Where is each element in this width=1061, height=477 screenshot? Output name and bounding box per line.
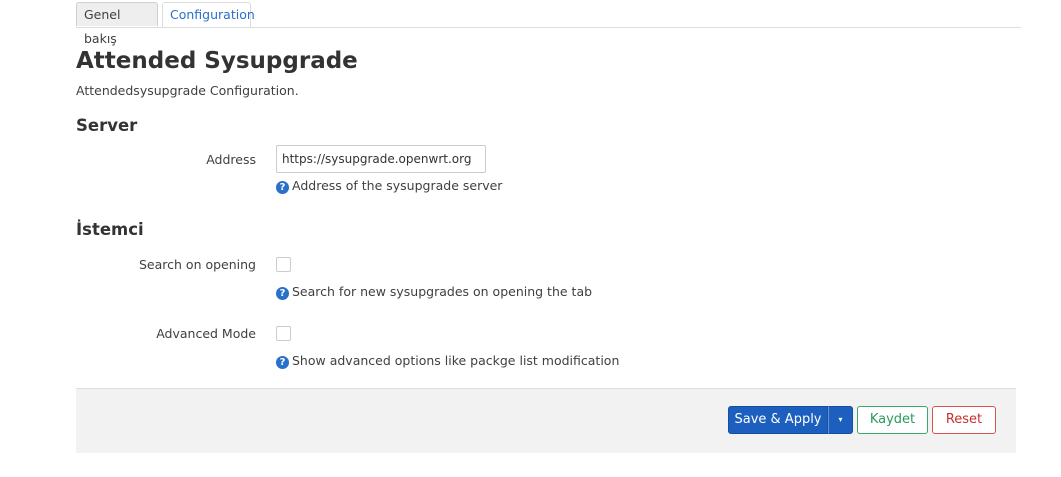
tab-configuration[interactable]: Configuration xyxy=(162,2,255,27)
search-on-opening-help: ? Search for new sysupgrades on opening t… xyxy=(276,284,592,300)
section-title-server: Server xyxy=(76,116,138,135)
advanced-mode-label: Advanced Mode xyxy=(156,326,256,341)
help-icon: ? xyxy=(276,181,289,194)
address-label: Address xyxy=(206,152,256,167)
save-apply-dropdown-button[interactable]: ▾ xyxy=(828,406,853,434)
caret-down-icon: ▾ xyxy=(838,415,843,424)
reset-button[interactable]: Reset xyxy=(932,406,996,434)
tab-bar: Genel bakış Configuration xyxy=(76,2,1021,46)
address-help: ? Address of the sysupgrade server xyxy=(276,178,502,194)
address-help-text: Address of the sysupgrade server xyxy=(292,178,503,193)
address-input[interactable] xyxy=(276,145,486,173)
page-title: Attended Sysupgrade xyxy=(76,48,358,74)
help-icon: ? xyxy=(276,287,289,300)
search-on-opening-help-text: Search for new sysupgrades on opening th… xyxy=(292,284,593,299)
advanced-mode-help-text: Show advanced options like packge list m… xyxy=(292,353,620,368)
advanced-mode-checkbox[interactable] xyxy=(276,326,291,341)
save-button[interactable]: Kaydet xyxy=(857,406,928,434)
form-actions: Save & Apply ▾ Kaydet Reset xyxy=(76,388,1016,453)
search-on-opening-label: Search on opening xyxy=(139,257,256,272)
tab-overview[interactable]: Genel bakış xyxy=(76,2,158,46)
advanced-mode-help: ? Show advanced options like packge list … xyxy=(276,353,619,369)
save-apply-button[interactable]: Save & Apply xyxy=(728,406,828,434)
help-icon: ? xyxy=(276,356,289,369)
search-on-opening-checkbox[interactable] xyxy=(276,257,291,272)
section-title-client: İstemci xyxy=(76,220,144,239)
page-description: Attendedsysupgrade Configuration. xyxy=(76,83,299,98)
